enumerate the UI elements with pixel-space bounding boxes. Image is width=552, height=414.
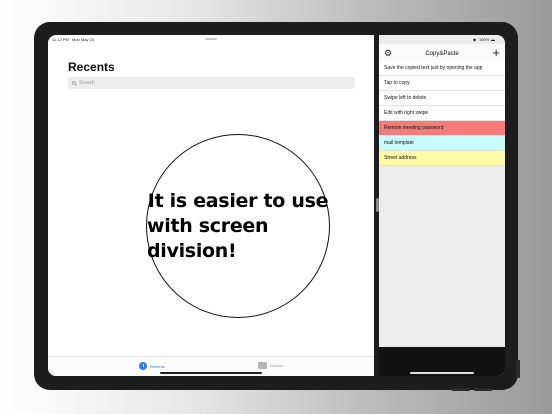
status-battery: 100%	[479, 37, 490, 42]
home-indicator-right[interactable]	[410, 372, 474, 374]
page-title: Recents	[68, 60, 115, 74]
volume-button-top	[516, 360, 520, 378]
list-item[interactable]: Remote meeting password	[379, 121, 505, 136]
power-button	[452, 388, 470, 391]
home-indicator[interactable]	[160, 372, 262, 374]
clock-icon	[139, 362, 147, 370]
promo-line-1: It is easier to use	[147, 189, 329, 212]
list-item[interactable]: mail template	[379, 136, 505, 151]
tab-recents[interactable]: Recents	[139, 362, 165, 370]
list-item[interactable]: Save the copied text just by opening the…	[379, 61, 505, 76]
tab-browse-label: Browse	[270, 363, 284, 368]
status-date: Mon May 23	[72, 37, 95, 42]
status-time: 11:12 PM	[52, 37, 69, 42]
search-input[interactable]: Search	[68, 77, 355, 89]
promo-line-2: with screen division!	[147, 214, 269, 262]
add-button[interactable]: +	[492, 46, 500, 59]
app-title: Copy&Paste	[425, 51, 459, 57]
list-item[interactable]: Street address	[379, 151, 505, 166]
multitasking-grabber[interactable]	[205, 38, 217, 40]
tab-recents-label: Recents	[150, 363, 165, 369]
clip-list: Save the copied text just by opening the…	[379, 61, 505, 166]
files-app-pane: 11:12 PM Mon May 23 Recents Search It is…	[48, 35, 374, 376]
wifi-icon: ◆	[473, 37, 477, 42]
search-placeholder: Search	[79, 80, 95, 86]
tab-bar: Recents Browse	[48, 356, 374, 376]
volume-button-bottom	[474, 388, 492, 391]
keyboard-area	[379, 347, 505, 376]
tab-browse[interactable]: Browse	[258, 362, 283, 369]
list-item[interactable]: Tap to copy	[379, 76, 505, 91]
promo-circle: It is easier to use with screen division…	[146, 134, 330, 318]
list-item[interactable]: Edit with right swipe	[379, 106, 505, 121]
search-icon	[72, 80, 77, 86]
battery-icon: ▬	[491, 37, 495, 42]
folder-icon	[258, 362, 267, 369]
copy-paste-app-pane: ◆ 100% ▬ ⚙ Copy&Paste + Save the copied …	[379, 35, 505, 376]
list-item[interactable]: Swipe left to delete	[379, 91, 505, 106]
